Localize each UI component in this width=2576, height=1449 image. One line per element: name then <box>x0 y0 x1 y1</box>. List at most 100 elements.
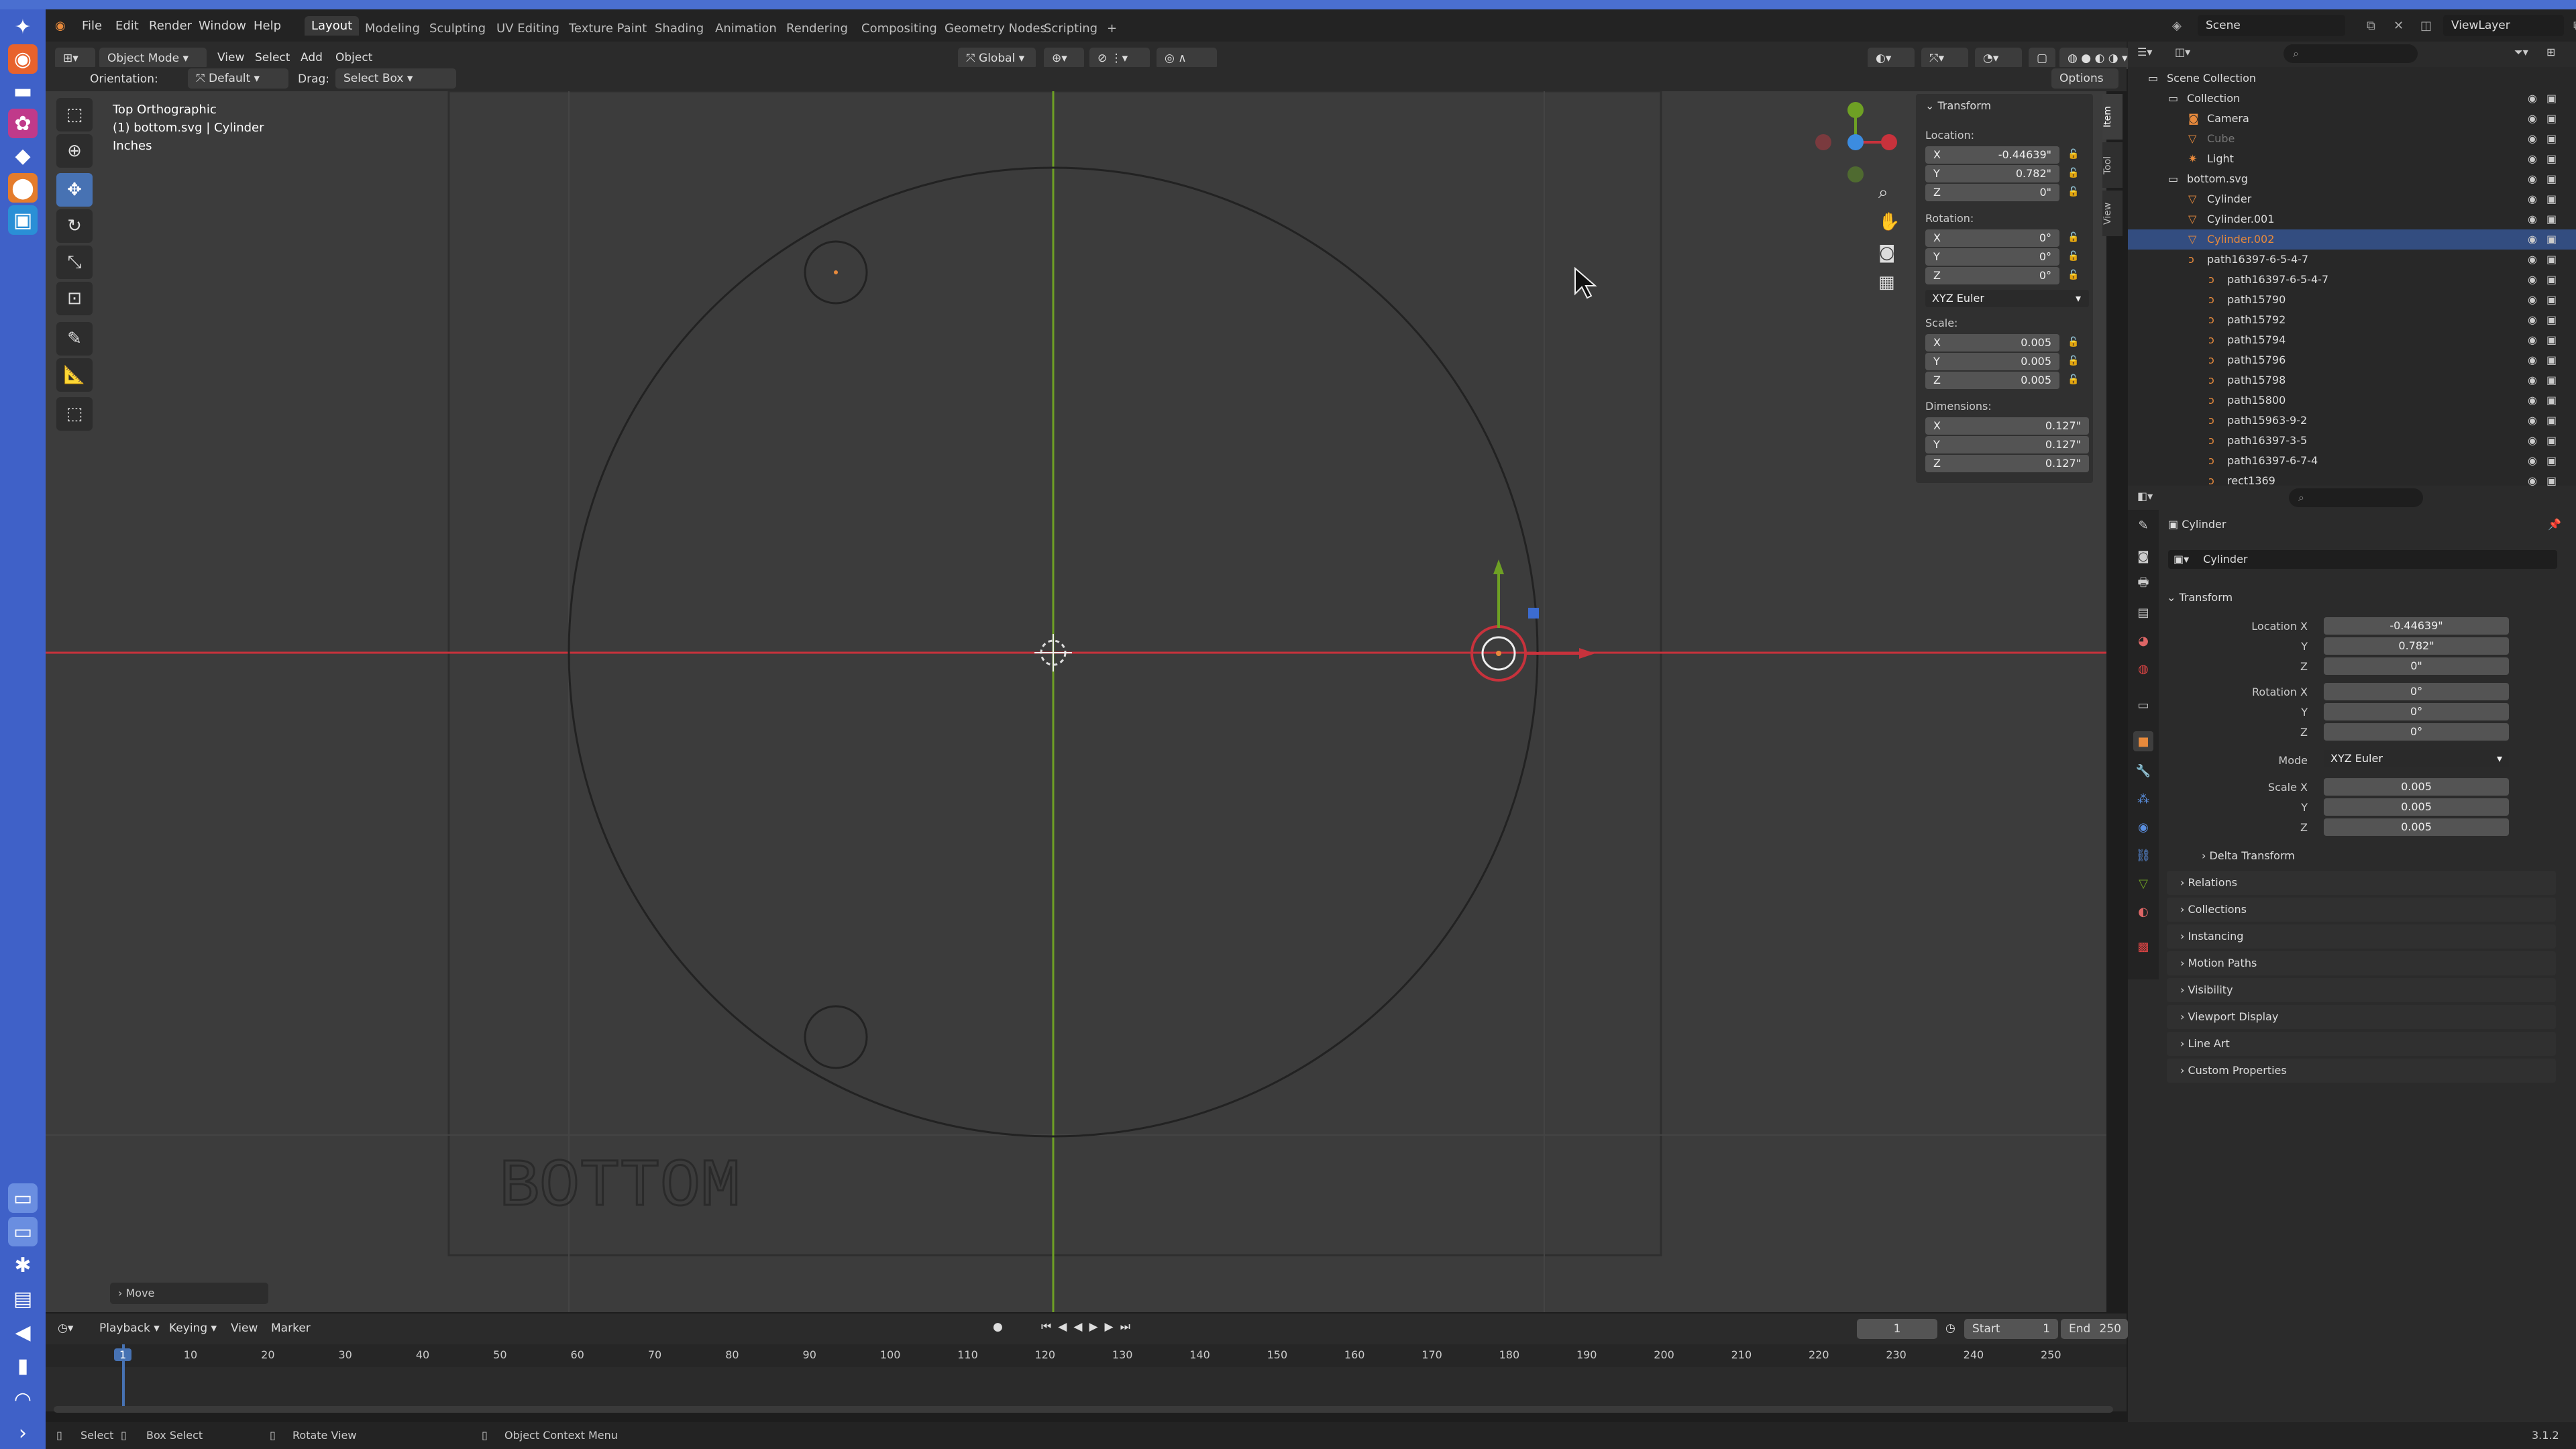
transform-tool-icon[interactable]: ⊡ <box>56 282 93 315</box>
render-camera-icon[interactable]: ▣ <box>2546 250 2557 270</box>
timeline-scrollbar[interactable] <box>54 1406 2113 1413</box>
tool-props-icon[interactable]: ✎ <box>2133 515 2153 535</box>
outliner-row[interactable]: ▽ Cylinder.001 ◉ ▣ <box>2128 209 2576 229</box>
rotation-y-field[interactable]: Y 0° <box>1925 248 2059 266</box>
render-camera-icon[interactable]: ▣ <box>2546 189 2557 209</box>
menu-file[interactable]: File <box>82 19 102 33</box>
panel-section-line-art[interactable]: › Line Art <box>2167 1032 2556 1056</box>
dimension-y-field[interactable]: Y 0.127" <box>1925 436 2089 453</box>
outliner-row[interactable]: ▭ bottom.svg ◉ ▣ <box>2128 169 2576 189</box>
tab-sculpting[interactable]: Sculpting <box>423 19 492 38</box>
dimension-x-field[interactable]: X 0.127" <box>1925 417 2089 435</box>
pan-hand-icon[interactable]: ✋ <box>1878 212 1900 232</box>
outliner-row[interactable]: ɔ path15963-9-2 ◉ ▣ <box>2128 411 2576 431</box>
properties-editor-type-icon[interactable]: ◧▾ <box>2137 490 2153 502</box>
location-x-field[interactable]: X -0.44639" <box>1925 146 2059 164</box>
scale-x-field[interactable]: X 0.005 <box>1925 334 2059 352</box>
panel-title[interactable]: ⌄ Transform <box>1925 99 1991 112</box>
panel-icon-2[interactable]: ▭ <box>8 1217 38 1246</box>
3d-viewport[interactable]: BOTTOM Top Orthographic (1) bottom.svg |… <box>46 91 2106 1312</box>
blender-logo-icon[interactable]: ◉ <box>55 19 66 33</box>
volume-icon[interactable]: ◀ <box>8 1318 38 1347</box>
wifi-icon[interactable]: ◠ <box>8 1385 38 1414</box>
clock-icon[interactable]: ◷ <box>1945 1322 1955 1335</box>
prop-rotation-y-field[interactable]: 0° <box>2324 703 2509 720</box>
lock-icon[interactable]: 🔓 <box>2068 270 2080 282</box>
rotation-mode-dropdown[interactable]: XYZ Euler ▾ <box>2324 750 2509 767</box>
tab-compositing[interactable]: Compositing <box>855 19 944 38</box>
outliner-row[interactable]: ɔ path15792 ◉ ▣ <box>2128 310 2576 330</box>
menu-help[interactable]: Help <box>254 19 281 33</box>
render-camera-icon[interactable]: ▣ <box>2546 451 2557 471</box>
timeline-menu-playback[interactable]: Playback ▾ <box>99 1322 160 1335</box>
outliner-row[interactable]: ɔ path16397-6-5-4-7 ◉ ▣ <box>2128 270 2576 290</box>
timeline-menu-keying[interactable]: Keying ▾ <box>169 1322 217 1335</box>
view-layer-props-icon[interactable]: ▤ <box>2133 602 2153 623</box>
outliner-row[interactable]: ✷ Light ◉ ▣ <box>2128 149 2576 169</box>
zoom-icon[interactable]: ⌕ <box>1878 182 1888 203</box>
render-camera-icon[interactable]: ▣ <box>2546 310 2557 330</box>
outliner-row[interactable]: ▽ Cylinder ◉ ▣ <box>2128 189 2576 209</box>
add-workspace-button[interactable]: + <box>1100 19 1124 38</box>
world-props-icon[interactable]: ◍ <box>2133 659 2153 679</box>
render-camera-icon[interactable]: ▣ <box>2546 169 2557 189</box>
prop-rotation-z-field[interactable]: 0° <box>2324 723 2509 741</box>
visibility-eye-icon[interactable]: ◉ <box>2528 129 2537 149</box>
prop-rotation-x-field[interactable]: 0° <box>2324 683 2509 700</box>
panel-icon[interactable]: ▭ <box>8 1183 38 1213</box>
menu-window[interactable]: Window <box>199 19 246 33</box>
transform-section-header[interactable]: ⌄ Transform <box>2167 586 2556 609</box>
tab-modeling[interactable]: Modeling <box>358 19 427 38</box>
options-button[interactable]: Options ▾ <box>2051 68 2118 105</box>
render-camera-icon[interactable]: ▣ <box>2546 411 2557 431</box>
annotate-tool-icon[interactable]: ✎ <box>56 322 93 356</box>
select-box-tool-icon[interactable]: ⬚ <box>56 98 93 131</box>
visibility-eye-icon[interactable]: ◉ <box>2528 270 2537 290</box>
lock-icon[interactable]: 🔓 <box>2068 356 2080 368</box>
rotation-z-field[interactable]: Z 0° <box>1925 267 2059 284</box>
last-operator-panel[interactable]: › Move <box>110 1283 268 1304</box>
record-button[interactable]: ● <box>993 1320 1003 1334</box>
object-props-icon[interactable]: ■ <box>2133 731 2153 751</box>
rotation-x-field[interactable]: X 0° <box>1925 229 2059 247</box>
current-frame-field[interactable]: 1 <box>1857 1319 1937 1339</box>
view-layer-selector[interactable]: ViewLayer <box>2443 15 2564 36</box>
render-camera-icon[interactable]: ▣ <box>2546 129 2557 149</box>
visibility-eye-icon[interactable]: ◉ <box>2528 471 2537 486</box>
lock-icon[interactable]: 🔓 <box>2068 168 2080 180</box>
render-camera-icon[interactable]: ▣ <box>2546 89 2557 109</box>
visibility-eye-icon[interactable]: ◉ <box>2528 229 2537 250</box>
visibility-eye-icon[interactable]: ◉ <box>2528 89 2537 109</box>
visibility-button[interactable]: ◐▾ <box>1868 48 1915 69</box>
xray-toggle-button[interactable]: ▢ <box>2029 48 2055 69</box>
small-circle-bottom[interactable] <box>804 1005 868 1069</box>
render-camera-icon[interactable]: ▣ <box>2546 149 2557 169</box>
visibility-eye-icon[interactable]: ◉ <box>2528 451 2537 471</box>
outliner-row[interactable]: ɔ path15790 ◉ ▣ <box>2128 290 2576 310</box>
blender-launcher-icon[interactable]: ⬤ <box>8 173 38 203</box>
visibility-eye-icon[interactable]: ◉ <box>2528 350 2537 370</box>
scene-props-icon[interactable]: ◕ <box>2133 631 2153 651</box>
rotate-tool-icon[interactable]: ↻ <box>56 209 93 243</box>
visibility-eye-icon[interactable]: ◉ <box>2528 330 2537 350</box>
prop-scale-x-field[interactable]: 0.005 <box>2324 778 2509 796</box>
outliner-row[interactable]: ɔ path16397-6-5-4-7 ◉ ▣ <box>2128 250 2576 270</box>
new-collection-icon[interactable]: ⊞ <box>2546 46 2555 58</box>
visibility-eye-icon[interactable]: ◉ <box>2528 370 2537 390</box>
constraints-props-icon[interactable]: ⛓ <box>2133 845 2153 865</box>
snap-button[interactable]: ⊘ ⋮▾ <box>1089 48 1150 69</box>
tab-geometry-nodes[interactable]: Geometry Nodes <box>938 19 1053 38</box>
gizmo-toggle-button[interactable]: ⤧▾ <box>1921 48 1968 69</box>
render-camera-icon[interactable]: ▣ <box>2546 471 2557 486</box>
playback-controls[interactable]: ⏮◀◀▶▶⏭ <box>1041 1320 1137 1334</box>
outliner-row[interactable]: ɔ path15800 ◉ ▣ <box>2128 390 2576 411</box>
lock-icon[interactable]: 🔓 <box>2068 374 2080 386</box>
copy-scene-icon[interactable]: ⧉ <box>2367 19 2375 33</box>
scale-y-field[interactable]: Y 0.005 <box>1925 353 2059 370</box>
panel-section-viewport-display[interactable]: › Viewport Display <box>2167 1005 2556 1029</box>
visibility-eye-icon[interactable]: ◉ <box>2528 169 2537 189</box>
outliner-search-input[interactable]: ⌕ <box>2284 44 2418 63</box>
outliner-row[interactable]: ɔ path15796 ◉ ▣ <box>2128 350 2576 370</box>
prop-location-x-field[interactable]: -0.44639" <box>2324 617 2509 635</box>
tab-uv-editing[interactable]: UV Editing <box>490 19 566 38</box>
